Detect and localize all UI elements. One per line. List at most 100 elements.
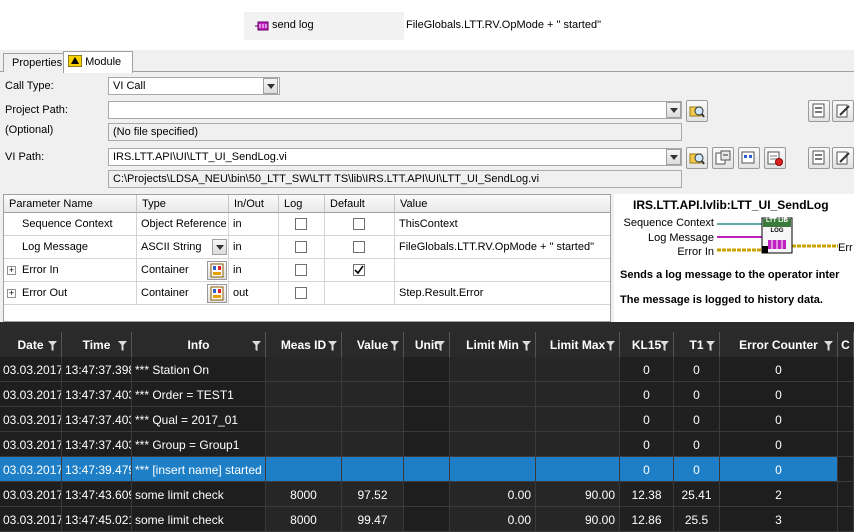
log-cell-t1[interactable]: 0: [674, 457, 720, 482]
log-cell-unit[interactable]: [404, 407, 450, 432]
log-cell-limit-min[interactable]: [450, 357, 536, 382]
log-cell-limit-min[interactable]: [450, 457, 536, 482]
log-header-c[interactable]: C: [838, 332, 854, 357]
expand-icon[interactable]: +: [7, 289, 16, 298]
log-cell-time[interactable]: 13:47:39.479: [62, 457, 132, 482]
log-checkbox[interactable]: [295, 241, 307, 253]
filter-icon[interactable]: [824, 341, 833, 351]
log-cell-value[interactable]: [342, 357, 404, 382]
log-cell-limit-max[interactable]: [536, 357, 620, 382]
log-cell-value[interactable]: 97.52: [342, 482, 404, 507]
log-cell-date[interactable]: 03.03.2017: [0, 357, 62, 382]
project-path-field[interactable]: [108, 101, 682, 119]
param-value[interactable]: [395, 259, 610, 282]
log-cell-t1[interactable]: 25.41: [674, 482, 720, 507]
param-value[interactable]: Step.Result.Error: [395, 282, 610, 305]
log-checkbox[interactable]: [295, 264, 307, 276]
log-cell-value[interactable]: [342, 432, 404, 457]
default-checkbox[interactable]: [353, 218, 365, 230]
log-cell-err[interactable]: 0: [720, 382, 838, 407]
log-cell-limit-min[interactable]: [450, 407, 536, 432]
log-header-info[interactable]: Info: [132, 332, 266, 357]
splitter-bar[interactable]: [0, 322, 854, 332]
log-cell-err[interactable]: 0: [720, 407, 838, 432]
log-header-error-counter[interactable]: Error Counter: [720, 332, 838, 357]
log-cell-info[interactable]: *** Group = Group1: [132, 432, 266, 457]
log-cell-value[interactable]: [342, 382, 404, 407]
project-path-dropdown-button[interactable]: [666, 102, 681, 118]
log-cell-time[interactable]: 13:47:37.403: [62, 432, 132, 457]
log-cell-limit-min[interactable]: 0.00: [450, 482, 536, 507]
param-type-dropdown-button[interactable]: [212, 239, 227, 255]
log-cell-time[interactable]: 13:47:37.403: [62, 382, 132, 407]
log-cell-unit[interactable]: [404, 432, 450, 457]
log-cell-meas-id[interactable]: [266, 457, 342, 482]
log-cell-kl15[interactable]: 12.38: [620, 482, 674, 507]
reload-prototype-button[interactable]: [764, 147, 786, 169]
log-cell-date[interactable]: 03.03.2017: [0, 432, 62, 457]
log-cell-unit[interactable]: [404, 357, 450, 382]
filter-icon[interactable]: [48, 341, 57, 351]
log-cell-limit-max[interactable]: 90.00: [536, 482, 620, 507]
log-cell-info[interactable]: *** [insert name] started: [132, 457, 266, 482]
log-cell-meas-id[interactable]: [266, 407, 342, 432]
log-cell-meas-id[interactable]: [266, 432, 342, 457]
log-cell-limit-max[interactable]: [536, 382, 620, 407]
default-checkbox-checked[interactable]: [353, 264, 365, 276]
filter-icon[interactable]: [660, 341, 669, 351]
log-cell-info[interactable]: *** Qual = 2017_01: [132, 407, 266, 432]
log-cell-info[interactable]: *** Station On: [132, 357, 266, 382]
log-cell-time[interactable]: 13:47:37.403: [62, 407, 132, 432]
log-cell-extra[interactable]: [838, 382, 854, 407]
log-cell-limit-max[interactable]: [536, 407, 620, 432]
vi-path-field[interactable]: IRS.LTT.API\UI\LTT_UI_SendLog.vi: [108, 148, 682, 166]
cluster-type-button[interactable]: [207, 284, 227, 303]
log-checkbox[interactable]: [295, 287, 307, 299]
vi-edit-button[interactable]: [832, 147, 854, 169]
log-cell-date[interactable]: 03.03.2017: [0, 457, 62, 482]
param-value[interactable]: ThisContext: [395, 213, 610, 236]
log-cell-err[interactable]: 0: [720, 432, 838, 457]
log-cell-info[interactable]: *** Order = TEST1: [132, 382, 266, 407]
filter-icon[interactable]: [606, 341, 615, 351]
tab-module[interactable]: Module: [63, 51, 133, 73]
log-cell-kl15[interactable]: 0: [620, 407, 674, 432]
call-type-select[interactable]: VI Call: [108, 77, 280, 95]
log-cell-err[interactable]: 2: [720, 482, 838, 507]
project-edit-button[interactable]: [808, 100, 830, 122]
param-header-type[interactable]: Type: [137, 195, 229, 213]
vi-path-dropdown-button[interactable]: [666, 149, 681, 165]
log-cell-limit-min[interactable]: [450, 432, 536, 457]
log-cell-t1[interactable]: 0: [674, 357, 720, 382]
project-open-button[interactable]: [832, 100, 854, 122]
param-header-default[interactable]: Default: [325, 195, 395, 213]
expand-icon[interactable]: +: [7, 266, 16, 275]
log-cell-unit[interactable]: [404, 482, 450, 507]
log-cell-t1[interactable]: 0: [674, 382, 720, 407]
log-cell-t1[interactable]: 0: [674, 432, 720, 457]
filter-icon[interactable]: [522, 341, 531, 351]
browse-vi-button[interactable]: [686, 147, 708, 169]
param-header-inout[interactable]: In/Out: [229, 195, 279, 213]
log-cell-time[interactable]: 13:47:37.398: [62, 357, 132, 382]
log-cell-limit-max[interactable]: [536, 457, 620, 482]
default-checkbox[interactable]: [353, 241, 365, 253]
log-cell-info[interactable]: some limit check: [132, 482, 266, 507]
log-cell-unit[interactable]: [404, 382, 450, 407]
log-cell-limit-max[interactable]: [536, 432, 620, 457]
log-cell-meas-id[interactable]: [266, 382, 342, 407]
log-cell-err[interactable]: 0: [720, 357, 838, 382]
filter-icon[interactable]: [436, 341, 445, 351]
log-cell-err[interactable]: 0: [720, 457, 838, 482]
filter-icon[interactable]: [118, 341, 127, 351]
param-header-value[interactable]: Value: [395, 195, 610, 213]
log-cell-kl15[interactable]: 0: [620, 432, 674, 457]
log-cell-extra[interactable]: [838, 357, 854, 382]
log-cell-time[interactable]: 13:47:43.609: [62, 482, 132, 507]
show-vi-panel-button[interactable]: [738, 147, 760, 169]
filter-icon[interactable]: [252, 341, 261, 351]
log-cell-date[interactable]: 03.03.2017: [0, 482, 62, 507]
log-cell-kl15[interactable]: 0: [620, 357, 674, 382]
tab-properties[interactable]: Properties: [3, 53, 64, 72]
log-cell-limit-min[interactable]: [450, 382, 536, 407]
